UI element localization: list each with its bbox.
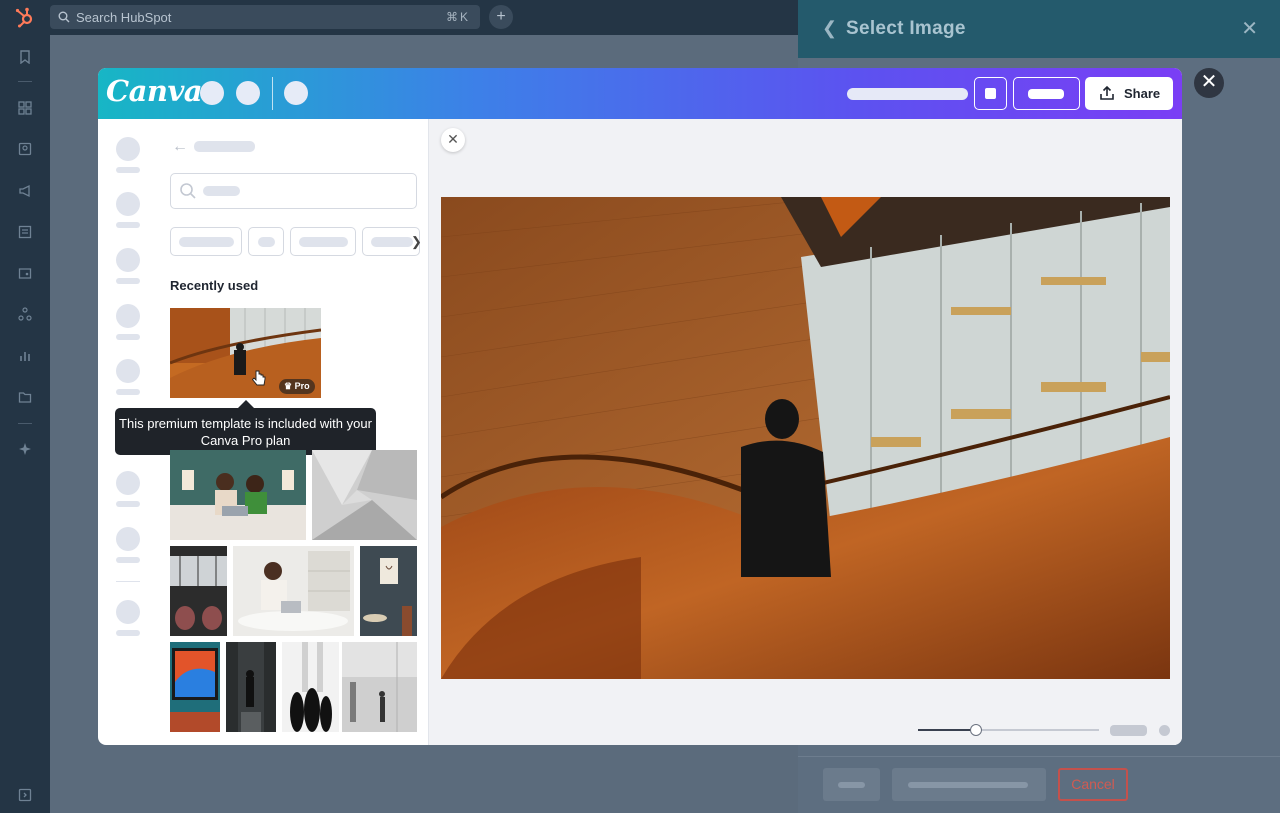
panel-header: ❮ Select Image ✕ — [798, 0, 1280, 58]
header-menu-placeholder[interactable] — [284, 81, 308, 105]
tooltip-arrow — [238, 400, 254, 408]
search-placeholder: Search HubSpot — [76, 10, 172, 25]
close-canva-icon[interactable]: ✕ — [1194, 68, 1224, 98]
header-icon-button[interactable] — [974, 77, 1007, 110]
hubspot-search-bar[interactable]: Search HubSpot ⌘K — [50, 5, 480, 29]
create-new-button[interactable]: + — [489, 5, 513, 29]
pro-badge: ♛ Pro — [279, 379, 315, 394]
rail-icon-placeholder — [116, 471, 140, 495]
image-thumbnail-couple-laptop[interactable] — [170, 450, 306, 540]
filter-chip[interactable] — [248, 227, 284, 256]
chevron-right-icon[interactable]: ❯ — [411, 234, 422, 250]
rail-icon-placeholder — [116, 527, 140, 551]
sidebar-divider — [18, 423, 32, 424]
share-label: Share — [1124, 86, 1161, 101]
header-menu-placeholder[interactable] — [236, 81, 260, 105]
rail-label-placeholder — [116, 278, 140, 284]
hubspot-sidebar — [0, 0, 50, 813]
back-arrow-icon[interactable]: ← — [172, 138, 188, 156]
search-input[interactable] — [170, 173, 417, 209]
rail-label-placeholder — [116, 167, 140, 173]
zoom-slider-fill — [918, 729, 976, 731]
insert-button-label-placeholder — [838, 782, 865, 788]
rail-label-placeholder — [116, 334, 140, 340]
image-thumbnail-monitor[interactable] — [170, 642, 220, 732]
search-shortcut: ⌘K — [445, 10, 470, 24]
content-icon[interactable] — [18, 225, 32, 239]
bookmark-icon[interactable] — [18, 50, 32, 65]
rail-label-placeholder — [116, 501, 140, 507]
sparkle-icon[interactable] — [18, 442, 32, 456]
insert-button[interactable] — [823, 768, 880, 801]
canva-header: Canva Share — [98, 68, 1182, 119]
header-icon-placeholder — [985, 88, 996, 99]
back-arrow-icon[interactable]: ❮ — [822, 18, 837, 39]
rail-label-placeholder — [116, 389, 140, 395]
image-thumbnail-silhouettes[interactable] — [282, 642, 339, 732]
rail-icon-placeholder — [116, 137, 140, 161]
rail-icon-placeholder — [116, 359, 140, 383]
chip-label-placeholder — [299, 237, 348, 247]
chip-label-placeholder — [179, 237, 234, 247]
rail-icon-placeholder — [116, 248, 140, 272]
recently-used-heading: Recently used — [170, 278, 259, 293]
side-panel-title-placeholder — [194, 141, 255, 152]
megaphone-icon[interactable] — [18, 184, 32, 198]
pro-badge-label: Pro — [294, 381, 310, 391]
rail-label-placeholder — [116, 630, 140, 636]
preview-image-staircase — [441, 197, 1170, 679]
close-preview-icon[interactable]: ✕ — [441, 128, 465, 152]
zoom-level-placeholder — [1110, 725, 1147, 736]
reports-icon[interactable] — [18, 349, 32, 363]
sidebar-divider — [18, 81, 32, 82]
cancel-button[interactable]: Cancel — [1058, 768, 1128, 801]
filter-chip[interactable] — [290, 227, 356, 256]
image-thumbnail-abstract-gray[interactable] — [312, 450, 417, 540]
panel-title: Select Image — [846, 18, 966, 39]
rail-divider — [116, 581, 140, 582]
rail-label-placeholder — [116, 222, 140, 228]
automation-icon[interactable] — [18, 307, 32, 321]
chip-label-placeholder — [258, 237, 275, 247]
image-thumbnail-blurred-hall[interactable] — [342, 642, 417, 732]
canva-logo: Canva — [106, 74, 203, 108]
rail-label-placeholder — [116, 557, 140, 563]
image-thumbnail-cafe[interactable] — [170, 546, 227, 636]
image-thumbnail-woman-laptop[interactable] — [233, 546, 354, 636]
header-ghost-label-placeholder — [1028, 89, 1064, 99]
rail-icon-placeholder — [116, 600, 140, 624]
filter-chip[interactable] — [170, 227, 242, 256]
contacts-icon[interactable] — [18, 142, 32, 156]
expand-icon[interactable] — [18, 788, 32, 802]
grid-icon[interactable] — [18, 101, 32, 115]
zoom-option-placeholder[interactable] — [1159, 725, 1170, 736]
canva-editor-modal: Canva Share ← ❯ Recently used ♛ Pro This… — [98, 68, 1182, 745]
image-thumbnail-interior[interactable] — [360, 546, 417, 636]
secondary-button-label-placeholder — [908, 782, 1028, 788]
upload-icon — [1099, 85, 1115, 104]
panel-footer-divider — [798, 756, 1280, 757]
search-placeholder — [203, 186, 240, 196]
header-ghost-button[interactable] — [1013, 77, 1080, 110]
search-icon — [58, 10, 70, 28]
rail-icon-placeholder — [116, 192, 140, 216]
design-title-placeholder[interactable] — [847, 88, 968, 100]
hand-cursor-icon — [251, 370, 266, 393]
share-button[interactable]: Share — [1085, 77, 1173, 110]
folder-icon[interactable] — [18, 390, 32, 404]
panel-close-icon[interactable]: ✕ — [1241, 16, 1258, 41]
hubspot-logo-icon[interactable] — [14, 6, 36, 28]
header-menu-placeholder[interactable] — [200, 81, 224, 105]
header-separator — [272, 77, 273, 110]
search-icon — [179, 182, 197, 205]
secondary-action-button[interactable] — [892, 768, 1046, 801]
pro-tooltip: This premium template is included with y… — [115, 408, 376, 455]
commerce-icon[interactable] — [18, 266, 32, 280]
chip-label-placeholder — [371, 237, 413, 247]
image-thumbnail-street[interactable] — [226, 642, 276, 732]
zoom-slider-handle[interactable] — [970, 724, 982, 736]
rail-icon-placeholder — [116, 304, 140, 328]
